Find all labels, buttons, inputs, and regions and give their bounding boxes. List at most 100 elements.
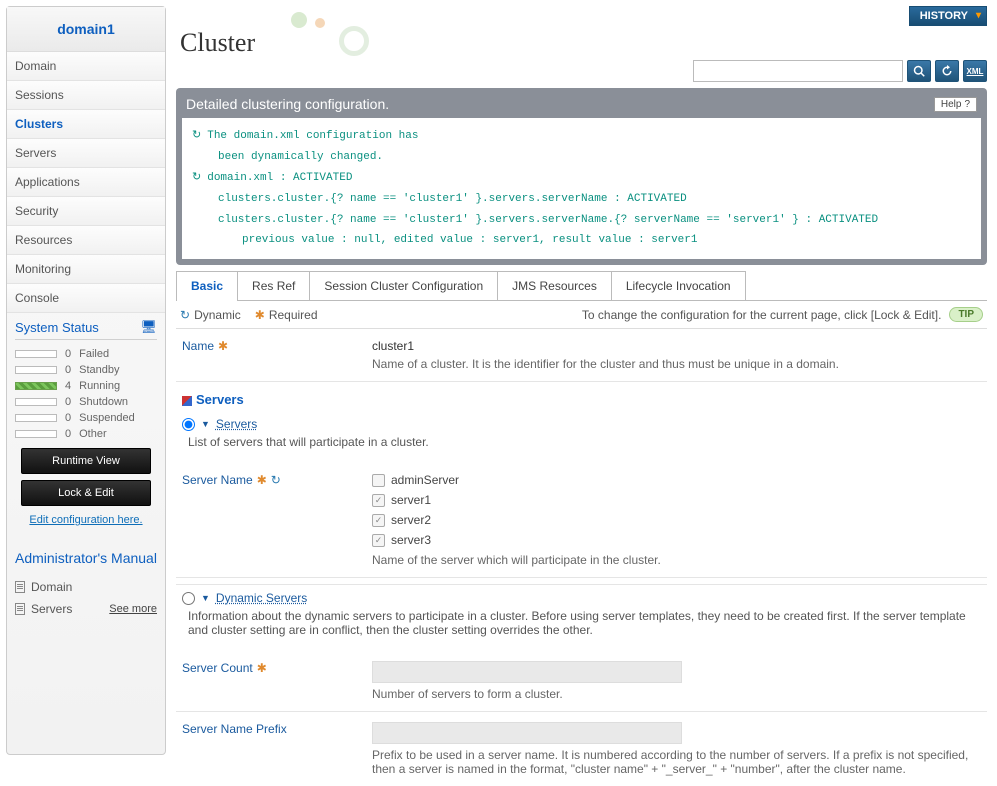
- chevron-down-icon: ▼: [201, 419, 210, 429]
- system-status: System Status 🖥 0Failed 0Standby 4Runnin…: [7, 313, 165, 540]
- checkbox-icon[interactable]: [372, 494, 385, 507]
- xml-export-icon[interactable]: XML: [963, 60, 987, 82]
- decoration: [255, 28, 395, 60]
- manual-item-domain[interactable]: Domain: [15, 576, 157, 598]
- nav-item-resources[interactable]: Resources: [7, 226, 165, 255]
- server-name-label: Server Name✱↻: [182, 473, 372, 567]
- history-dropdown[interactable]: HISTORY: [909, 6, 987, 26]
- server-count-input: [372, 661, 682, 683]
- server-prefix-desc: Prefix to be used in a server name. It i…: [372, 748, 981, 776]
- server-checkbox-adminserver[interactable]: adminServer: [372, 473, 981, 487]
- detail-header: Detailed clustering configuration. Help?: [182, 94, 981, 118]
- search-row: XML: [176, 60, 987, 82]
- bar-icon: [15, 366, 57, 374]
- search-icon[interactable]: [907, 60, 931, 82]
- required-icon: ✱: [257, 473, 267, 487]
- edit-config-link[interactable]: Edit configuration here.: [15, 512, 157, 534]
- servers-section-title: Servers: [176, 382, 987, 411]
- dynamic-label: Dynamic: [194, 308, 241, 322]
- server-name-row: Server Name✱↻ adminServer server1 server…: [176, 463, 987, 578]
- help-button[interactable]: Help?: [934, 97, 977, 112]
- server-count-content: Number of servers to form a cluster.: [372, 661, 981, 701]
- nav-item-security[interactable]: Security: [7, 197, 165, 226]
- log-line: clusters.cluster.{? name == 'cluster1' }…: [192, 210, 971, 231]
- circle-icon: [339, 26, 369, 56]
- status-running: 4Running: [15, 378, 157, 394]
- server-count-desc: Number of servers to form a cluster.: [372, 687, 981, 701]
- nav-item-servers[interactable]: Servers: [7, 139, 165, 168]
- nav-item-clusters[interactable]: Clusters: [7, 110, 165, 139]
- status-suspended: 0Suspended: [15, 410, 157, 426]
- dynamic-servers-radio-input[interactable]: [182, 592, 195, 605]
- name-content: cluster1 Name of a cluster. It is the id…: [372, 339, 981, 371]
- required-icon: ✱: [257, 661, 267, 675]
- log-box: ↻The domain.xml configuration has been d…: [182, 118, 981, 259]
- manual-item-servers[interactable]: ServersSee more: [15, 598, 157, 620]
- tab-jms-resources[interactable]: JMS Resources: [497, 271, 612, 300]
- log-line: clusters.cluster.{? name == 'cluster1' }…: [192, 189, 971, 210]
- form-name-row: Name✱ cluster1 Name of a cluster. It is …: [176, 329, 987, 382]
- nav: Domain Sessions Clusters Servers Applica…: [7, 52, 165, 313]
- bar-icon: [15, 398, 57, 406]
- chevron-down-icon: ▼: [201, 593, 210, 603]
- server-name-desc: Name of the server which will participat…: [372, 553, 981, 567]
- nav-item-applications[interactable]: Applications: [7, 168, 165, 197]
- servers-radio-input[interactable]: [182, 418, 195, 431]
- sync-icon: ↻: [192, 130, 201, 142]
- checkbox-icon[interactable]: [372, 474, 385, 487]
- domain-title: domain1: [7, 7, 165, 52]
- server-checkbox-server3[interactable]: server3: [372, 533, 981, 547]
- monitor-icon: 🖥: [140, 319, 157, 335]
- tip-badge: TIP: [949, 307, 983, 322]
- servers-radio-desc: List of servers that will participate in…: [182, 431, 981, 457]
- help-icon: ?: [964, 99, 970, 110]
- lock-edit-button[interactable]: Lock & Edit: [21, 480, 151, 506]
- see-more-link[interactable]: See more: [109, 603, 157, 615]
- server-prefix-label: Server Name Prefix: [182, 722, 372, 776]
- nav-item-monitoring[interactable]: Monitoring: [7, 255, 165, 284]
- log-line: ↻domain.xml : ACTIVATED: [192, 168, 971, 189]
- bar-running-icon: [15, 382, 57, 390]
- server-prefix-content: Prefix to be used in a server name. It i…: [372, 722, 981, 776]
- required-icon: ✱: [255, 308, 265, 322]
- bar-icon: [15, 350, 57, 358]
- dynamic-servers-radio-label[interactable]: Dynamic Servers: [216, 591, 307, 605]
- tab-basic[interactable]: Basic: [176, 271, 238, 300]
- circle-icon: [291, 12, 307, 28]
- dynamic-servers-radio[interactable]: ▼ Dynamic Servers: [182, 591, 981, 605]
- nav-item-console[interactable]: Console: [7, 284, 165, 313]
- nav-item-sessions[interactable]: Sessions: [7, 81, 165, 110]
- sidebar: domain1 Domain Sessions Clusters Servers…: [6, 6, 166, 755]
- checkbox-icon[interactable]: [372, 514, 385, 527]
- title-row: Cluster: [176, 28, 987, 64]
- tab-session-cluster[interactable]: Session Cluster Configuration: [309, 271, 498, 300]
- server-name-content: adminServer server1 server2 server3 Name…: [372, 473, 981, 567]
- log-line: been dynamically changed.: [192, 147, 971, 168]
- status-other: 0Other: [15, 426, 157, 442]
- main-content: HISTORY Cluster XML Detailed clustering …: [172, 0, 997, 761]
- detail-box: Detailed clustering configuration. Help?…: [176, 88, 987, 265]
- doc-icon: [15, 581, 25, 593]
- status-failed: 0Failed: [15, 346, 157, 362]
- bar-icon: [15, 430, 57, 438]
- dynamic-servers-desc: Information about the dynamic servers to…: [182, 605, 981, 645]
- tab-res-ref[interactable]: Res Ref: [237, 271, 310, 300]
- page-title: Cluster: [180, 28, 255, 58]
- servers-radio[interactable]: ▼ Servers: [182, 417, 981, 431]
- server-checkbox-list: adminServer server1 server2 server3: [372, 473, 981, 547]
- nav-item-domain[interactable]: Domain: [7, 52, 165, 81]
- server-checkbox-server1[interactable]: server1: [372, 493, 981, 507]
- sync-icon: ↻: [192, 172, 201, 184]
- log-line: ↻The domain.xml configuration has: [192, 126, 971, 147]
- log-line: previous value : null, edited value : se…: [192, 230, 971, 251]
- servers-radio-label[interactable]: Servers: [216, 417, 257, 431]
- servers-radio-row: ▼ Servers List of servers that will part…: [176, 411, 987, 463]
- server-checkbox-server2[interactable]: server2: [372, 513, 981, 527]
- system-status-title: System Status 🖥: [15, 319, 157, 340]
- dynamic-servers-radio-row: ▼ Dynamic Servers Information about the …: [176, 584, 987, 651]
- runtime-view-button[interactable]: Runtime View: [21, 448, 151, 474]
- search-input[interactable]: [693, 60, 903, 82]
- tab-lifecycle[interactable]: Lifecycle Invocation: [611, 271, 746, 300]
- refresh-icon[interactable]: [935, 60, 959, 82]
- checkbox-icon[interactable]: [372, 534, 385, 547]
